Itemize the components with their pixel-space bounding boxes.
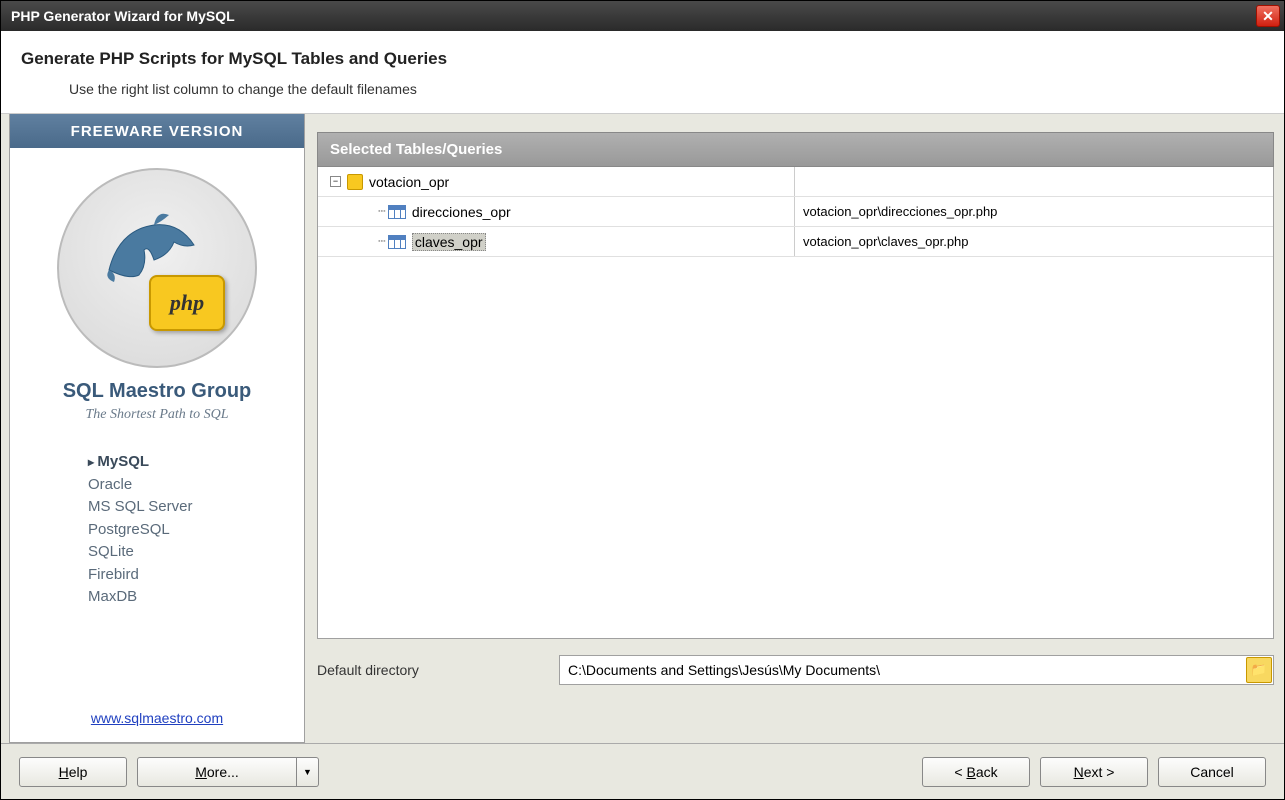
logo-circle: php [57, 168, 257, 368]
browse-button[interactable]: 📁 [1246, 657, 1272, 683]
freeware-banner: FREEWARE VERSION [10, 114, 304, 148]
logo-area: php SQL Maestro Group The Shortest Path … [57, 148, 257, 433]
db-list-item[interactable]: PostgreSQL [88, 519, 192, 542]
db-list-item[interactable]: MySQL [88, 451, 192, 474]
close-button[interactable]: ✕ [1256, 5, 1280, 27]
db-list-item[interactable]: MaxDB [88, 586, 192, 609]
table-icon [388, 235, 406, 249]
tree-database-row[interactable]: − votacion_opr [318, 167, 1273, 197]
table-name: direcciones_opr [412, 204, 511, 220]
back-button[interactable]: < Back [922, 757, 1030, 787]
page-subtitle: Use the right list column to change the … [21, 81, 1264, 97]
body-area: FREEWARE VERSION php SQL Maestro Group T… [1, 114, 1284, 743]
table-filename[interactable]: votacion_opr\direcciones_opr.php [795, 204, 1273, 219]
folder-icon: 📁 [1251, 662, 1267, 678]
tree-branch-icon: ⋯ [378, 234, 384, 249]
table-name: claves_opr [412, 233, 486, 251]
default-directory-input[interactable] [559, 655, 1274, 685]
window-title: PHP Generator Wizard for MySQL [11, 8, 1256, 24]
page-title: Generate PHP Scripts for MySQL Tables an… [21, 49, 1264, 69]
vendor-link[interactable]: www.sqlmaestro.com [91, 710, 223, 726]
chevron-down-icon: ▼ [303, 767, 312, 777]
db-list-item[interactable]: Oracle [88, 474, 192, 497]
table-filename[interactable]: votacion_opr\claves_opr.php [795, 234, 1273, 249]
sidebar: FREEWARE VERSION php SQL Maestro Group T… [9, 114, 305, 743]
table-icon [388, 205, 406, 219]
close-icon: ✕ [1262, 8, 1274, 25]
next-button[interactable]: Next > [1040, 757, 1148, 787]
database-icon [347, 174, 363, 190]
tree-table-row[interactable]: ⋯ claves_opr votacion_opr\claves_opr.php [318, 227, 1273, 257]
db-list: MySQLOracleMS SQL ServerPostgreSQLSQLite… [10, 451, 192, 609]
wizard-header: Generate PHP Scripts for MySQL Tables an… [1, 31, 1284, 114]
footer: Help More... ▼ < Back Next > Cancel [1, 743, 1284, 799]
db-list-item[interactable]: SQLite [88, 541, 192, 564]
more-button[interactable]: More... [137, 757, 297, 787]
wizard-window: PHP Generator Wizard for MySQL ✕ Generat… [0, 0, 1285, 800]
default-directory-label: Default directory [317, 662, 547, 678]
more-dropdown-button[interactable]: ▼ [297, 757, 319, 787]
group-name: SQL Maestro Group [63, 380, 252, 403]
default-directory-row: Default directory 📁 [317, 655, 1274, 685]
db-list-item[interactable]: MS SQL Server [88, 496, 192, 519]
tagline: The Shortest Path to SQL [85, 407, 228, 423]
titlebar: PHP Generator Wizard for MySQL ✕ [1, 1, 1284, 31]
tree-table-row[interactable]: ⋯ direcciones_opr votacion_opr\direcciones… [318, 197, 1273, 227]
cancel-button[interactable]: Cancel [1158, 757, 1266, 787]
tree-branch-icon: ⋯ [378, 204, 384, 219]
db-list-item[interactable]: Firebird [88, 564, 192, 587]
help-button[interactable]: Help [19, 757, 127, 787]
php-badge: php [149, 275, 225, 331]
panel-header: Selected Tables/Queries [317, 132, 1274, 167]
main-panel: Selected Tables/Queries − votacion_opr ⋯… [313, 114, 1284, 743]
database-name: votacion_opr [369, 174, 449, 190]
collapse-icon[interactable]: − [330, 176, 341, 187]
tree-container: − votacion_opr ⋯ direcciones_opr votacion_… [317, 167, 1274, 639]
